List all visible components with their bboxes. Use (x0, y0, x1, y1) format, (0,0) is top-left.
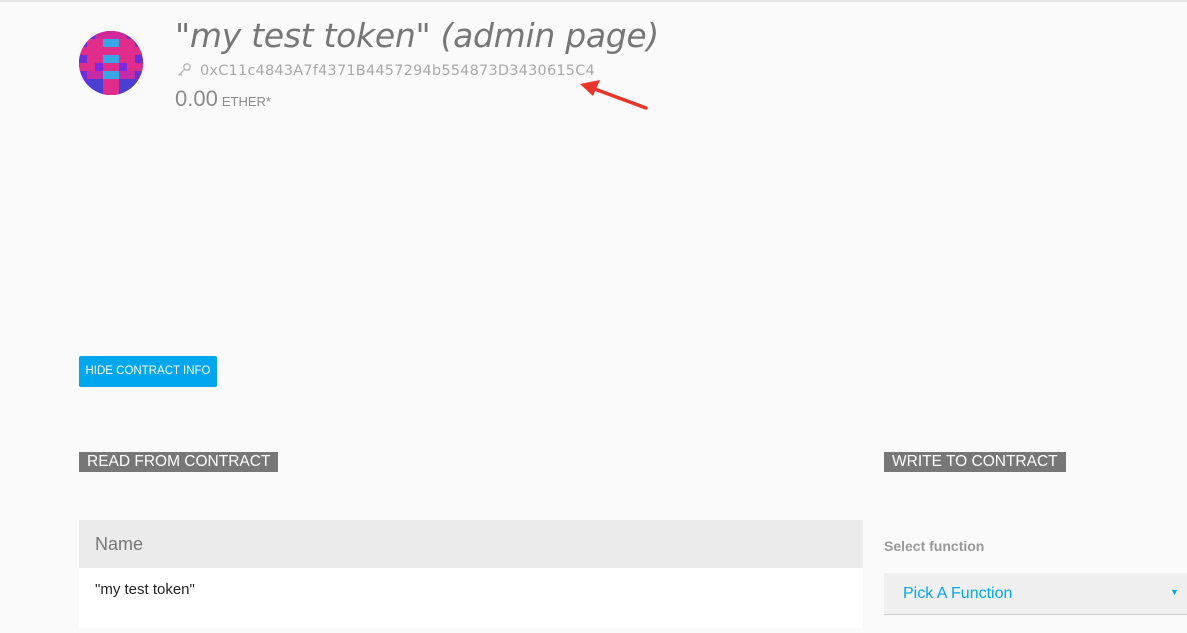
top-divider (0, 0, 1187, 2)
contract-balance: 0.00 ETHER* (175, 86, 271, 112)
read-field-value: "my test token" (79, 568, 863, 628)
red-arrow-annotation (580, 80, 648, 110)
caret-down-icon: ▼ (1170, 587, 1179, 597)
balance-value: 0.00 (175, 86, 218, 111)
function-select[interactable]: Pick A Function ▼ (884, 573, 1187, 615)
read-from-contract-heading: READ FROM CONTRACT (79, 452, 279, 472)
write-to-contract-heading: WRITE TO CONTRACT (884, 452, 1066, 472)
key-icon (176, 62, 192, 78)
select-function-label: Select function (884, 538, 985, 554)
contract-identicon (79, 31, 143, 95)
contract-title: "my test token" (admin page) (175, 16, 659, 55)
balance-unit: ETHER* (221, 94, 271, 109)
function-select-value: Pick A Function (903, 585, 1013, 602)
hide-contract-info-button[interactable]: HIDE CONTRACT INFO (79, 356, 217, 387)
contract-address[interactable]: 0xC11c4843A7f4371B4457294b554873D3430615… (200, 63, 595, 79)
read-field-label: Name (79, 520, 863, 568)
